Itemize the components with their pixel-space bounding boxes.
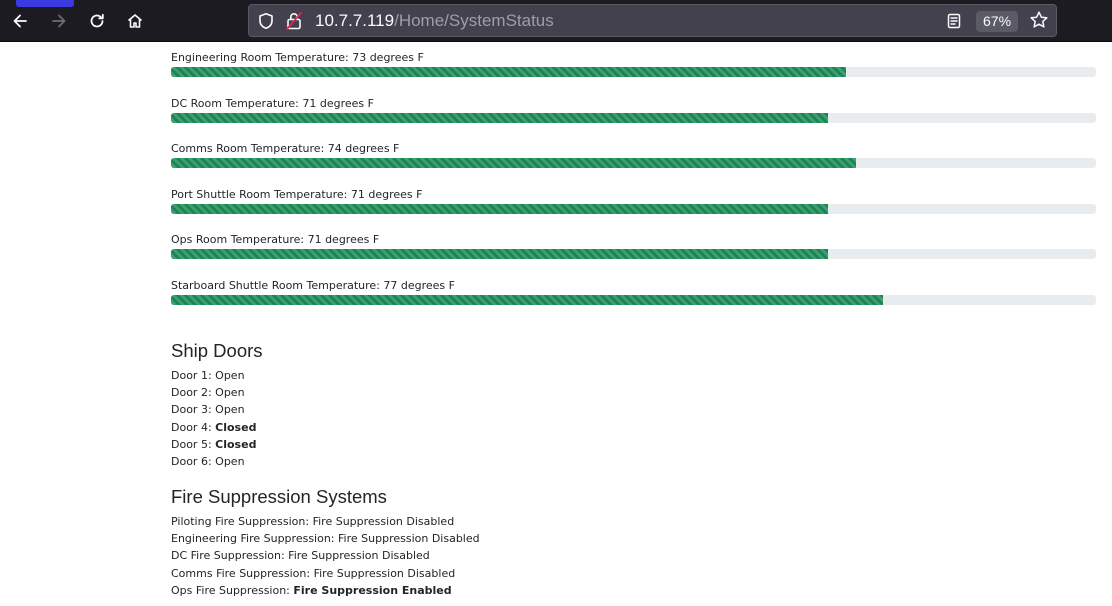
fire-suppression-section: Fire Suppression Systems Piloting Fire S… xyxy=(171,486,480,599)
fire-suppression-line: Engineering Fire Suppression: Fire Suppr… xyxy=(171,530,480,547)
fire-system-status: Fire Suppression Disabled xyxy=(338,532,480,546)
fire-suppression-line: DC Fire Suppression: Fire Suppression Di… xyxy=(171,547,480,564)
door-status-line: Door 1: Open xyxy=(171,367,263,384)
temperature-progress-bar xyxy=(171,294,884,305)
fire-suppression-line: Comms Fire Suppression: Fire Suppression… xyxy=(171,565,480,582)
back-button[interactable] xyxy=(7,8,33,34)
url-text[interactable]: 10.7.7.119/Home/SystemStatus xyxy=(315,11,554,31)
fire-system-status: Fire Suppression Disabled xyxy=(288,549,430,563)
door-status-line: Door 2: Open xyxy=(171,384,263,401)
arrow-right-icon xyxy=(52,14,66,28)
reload-icon xyxy=(90,13,104,28)
temperature-row: Starboard Shuttle Room Temperature: 77 d… xyxy=(171,278,1096,324)
door-status-line: Door 4: Closed xyxy=(171,419,263,436)
fire-system-name: Ops Fire Suppression: xyxy=(171,583,294,597)
fire-system-status: Fire Suppression Enabled xyxy=(293,583,452,597)
forward-button[interactable] xyxy=(46,8,72,34)
door-status-line: Door 5: Closed xyxy=(171,436,263,453)
door-status: Closed xyxy=(215,420,257,434)
fire-system-name: DC Fire Suppression: xyxy=(171,549,289,563)
fire-system-name: Piloting Fire Suppression: xyxy=(171,515,313,528)
door-name: Door 2: xyxy=(171,386,216,400)
door-status: Open xyxy=(215,369,245,382)
arrow-left-icon xyxy=(13,14,27,28)
door-status: Open xyxy=(215,455,245,469)
door-status-line: Door 6: Open xyxy=(171,453,263,470)
url-path: /Home/SystemStatus xyxy=(394,11,554,30)
home-icon xyxy=(127,14,143,28)
temperature-progress-bar xyxy=(171,67,847,77)
door-name: Door 4: xyxy=(171,420,216,434)
insecure-lock-icon[interactable] xyxy=(285,11,303,35)
temperature-label: DC Room Temperature: 71 degrees F xyxy=(171,96,374,110)
temperature-progress-bar xyxy=(171,249,828,260)
temperature-label: Comms Room Temperature: 74 degrees F xyxy=(171,142,400,156)
door-name: Door 6: xyxy=(171,455,216,469)
zoom-level-indicator[interactable]: 67% xyxy=(976,11,1019,32)
temperature-progress-bar xyxy=(171,158,856,169)
temperature-row: Port Shuttle Room Temperature: 71 degree… xyxy=(171,187,1096,233)
temperature-progress-track xyxy=(171,158,1096,169)
bookmark-star-icon[interactable] xyxy=(1029,10,1049,34)
address-bar[interactable]: 10.7.7.119/Home/SystemStatus 67% xyxy=(248,4,1057,37)
temperature-progress-track xyxy=(171,67,1096,77)
browser-toolbar: 10.7.7.119/Home/SystemStatus 67% xyxy=(0,0,1112,42)
door-name: Door 5: xyxy=(171,437,216,451)
fire-suppression-heading: Fire Suppression Systems xyxy=(171,486,387,507)
temperature-row: DC Room Temperature: 71 degrees F xyxy=(171,96,1096,142)
door-status: Open xyxy=(215,403,245,417)
temperature-progress-track xyxy=(171,249,1096,260)
fire-system-status: Fire Suppression Disabled xyxy=(313,566,456,580)
fire-suppression-line: Piloting Fire Suppression: Fire Suppress… xyxy=(171,513,480,530)
door-name: Door 1: xyxy=(171,369,216,382)
reader-view-icon[interactable] xyxy=(945,12,963,34)
temperature-progress-track xyxy=(171,112,1096,123)
url-host: 10.7.7.119 xyxy=(315,11,395,30)
door-status: Open xyxy=(215,386,245,400)
temperature-row: Engineering Room Temperature: 73 degrees… xyxy=(171,50,1096,96)
temperature-progress-bar xyxy=(171,112,828,123)
active-tab-indicator[interactable] xyxy=(16,0,74,7)
fire-suppression-line: Ops Fire Suppression: Fire Suppression E… xyxy=(171,582,480,599)
door-name: Door 3: xyxy=(171,403,216,417)
tracking-protection-shield-icon[interactable] xyxy=(257,12,275,34)
temperature-progress-track xyxy=(171,203,1096,214)
ship-doors-heading: Ship Doors xyxy=(171,340,263,361)
temperature-label: Starboard Shuttle Room Temperature: 77 d… xyxy=(171,278,455,292)
temperature-label: Ops Room Temperature: 71 degrees F xyxy=(171,233,380,247)
home-button[interactable] xyxy=(122,8,148,34)
fire-system-status: Fire Suppression Disabled xyxy=(312,515,455,528)
fire-system-name: Comms Fire Suppression: xyxy=(171,566,314,580)
temperature-row: Ops Room Temperature: 71 degrees F xyxy=(171,232,1096,278)
temperature-list: Engineering Room Temperature: 73 degrees… xyxy=(171,50,1096,324)
reload-button[interactable] xyxy=(84,8,110,34)
temperature-progress-bar xyxy=(171,203,828,214)
fire-system-name: Engineering Fire Suppression: xyxy=(171,532,339,546)
door-status-line: Door 3: Open xyxy=(171,401,263,418)
temperature-label: Engineering Room Temperature: 73 degrees… xyxy=(171,51,424,64)
door-status: Closed xyxy=(215,437,257,451)
temperature-row: Comms Room Temperature: 74 degrees F xyxy=(171,141,1096,187)
temperature-label: Port Shuttle Room Temperature: 71 degree… xyxy=(171,187,423,201)
temperature-progress-track xyxy=(171,294,1096,305)
ship-doors-section: Ship Doors Door 1: Open Door 2: Open Doo… xyxy=(171,340,263,470)
